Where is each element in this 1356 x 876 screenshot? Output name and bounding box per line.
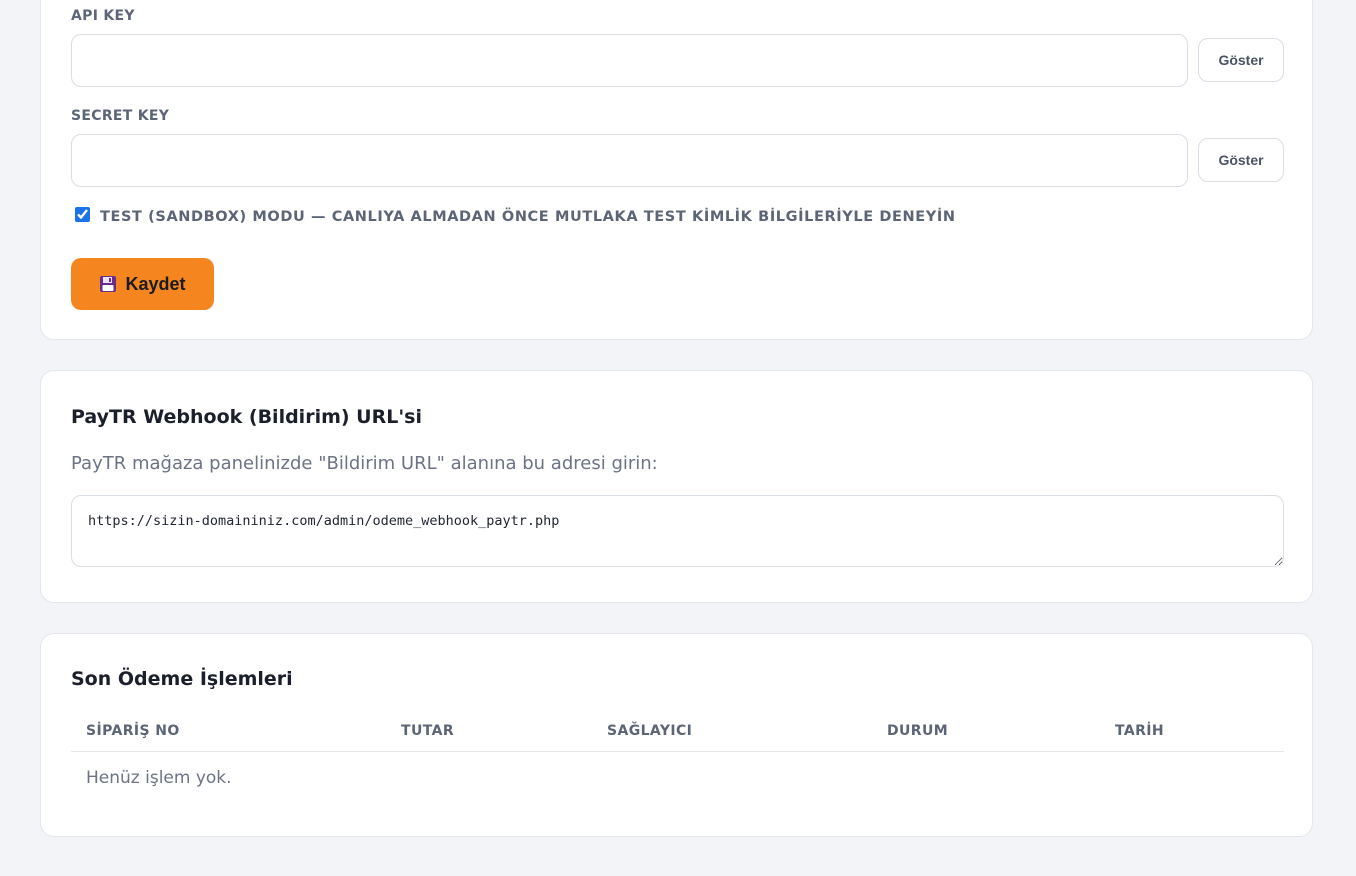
- transactions-card-title: Son Ödeme İşlemleri: [71, 668, 293, 690]
- floppy-disk-icon: [99, 275, 117, 293]
- table-row: Henüz işlem yok.: [71, 752, 1284, 805]
- secret-key-label: SECRET KEY: [71, 108, 170, 124]
- column-header-amount: TUTAR: [386, 712, 592, 752]
- transactions-card: Son Ödeme İşlemleri SİPARİŞ NO TUTAR SAĞ…: [40, 633, 1313, 837]
- save-button-label: Kaydet: [125, 273, 186, 294]
- sandbox-mode-label: TEST (SANDBOX) MODU — CANLIYA ALMADAN ÖN…: [100, 209, 956, 225]
- secret-key-input[interactable]: [71, 134, 1188, 187]
- column-header-provider: SAĞLAYICI: [592, 712, 872, 752]
- column-header-date: TARİH: [1100, 712, 1284, 752]
- webhook-url-field[interactable]: https://sizin-domaininiz.com/admin/odeme…: [71, 495, 1284, 567]
- empty-state-message: Henüz işlem yok.: [86, 768, 232, 788]
- show-secret-key-button[interactable]: Göster: [1198, 138, 1284, 182]
- table-header-row: SİPARİŞ NO TUTAR SAĞLAYICI DURUM TARİH: [71, 712, 1284, 752]
- webhook-description: PayTR mağaza panelinizde "Bildirim URL" …: [71, 453, 658, 474]
- api-key-label: API KEY: [71, 8, 135, 24]
- sandbox-mode-toggle[interactable]: TEST (SANDBOX) MODU — CANLIYA ALMADAN ÖN…: [75, 206, 956, 225]
- show-api-key-button[interactable]: Göster: [1198, 38, 1284, 82]
- webhook-card-title: PayTR Webhook (Bildirim) URL'si: [71, 406, 422, 428]
- column-header-order-no: SİPARİŞ NO: [71, 712, 386, 752]
- column-header-status: DURUM: [872, 712, 1100, 752]
- credentials-card: API KEY Göster SECRET KEY Göster TEST (S…: [40, 0, 1313, 340]
- save-button[interactable]: Kaydet: [71, 258, 214, 310]
- api-key-input[interactable]: [71, 34, 1188, 87]
- sandbox-mode-checkbox[interactable]: [75, 206, 90, 222]
- webhook-card: PayTR Webhook (Bildirim) URL'si PayTR ma…: [40, 370, 1313, 603]
- transactions-table: SİPARİŞ NO TUTAR SAĞLAYICI DURUM TARİH H…: [71, 712, 1284, 804]
